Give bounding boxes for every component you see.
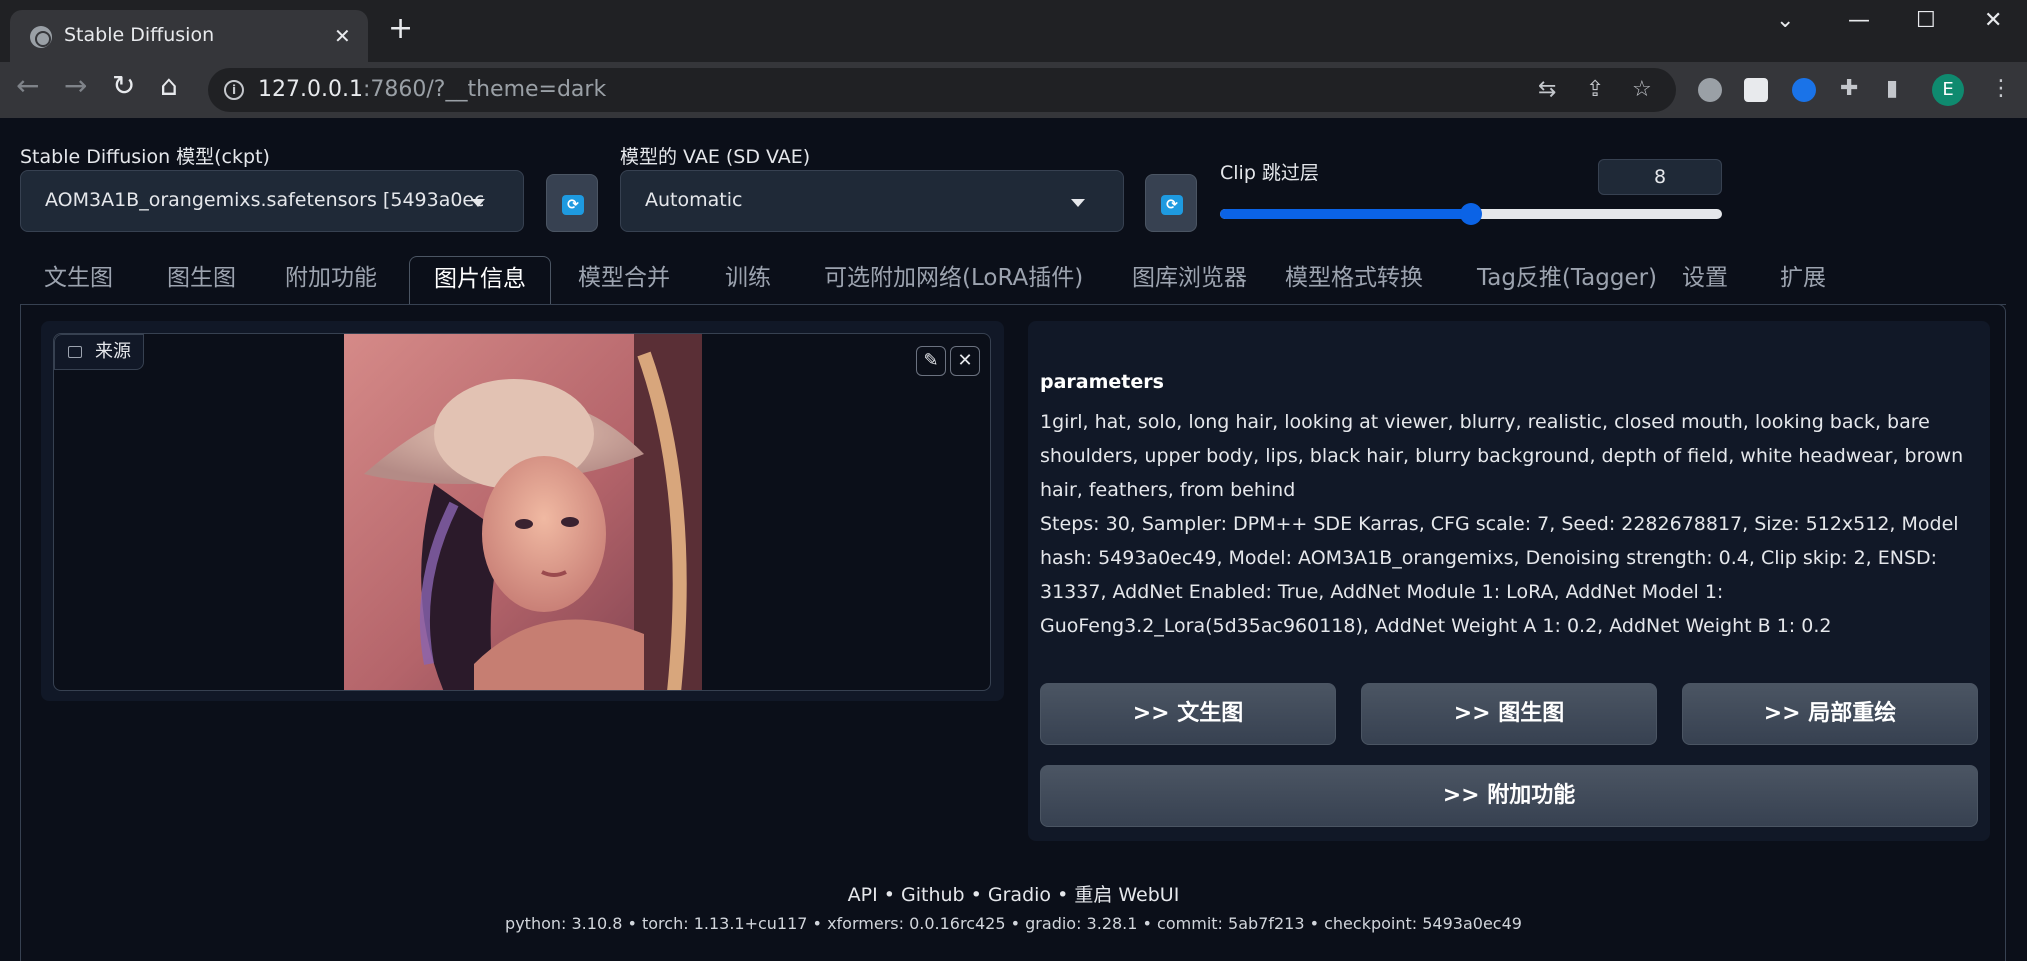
tab-2[interactable]: 附加功能: [261, 256, 401, 305]
tab-6[interactable]: 可选附加网络(LoRA插件): [800, 256, 1107, 305]
maximize-icon[interactable]: ☐: [1916, 8, 1936, 33]
generation-settings-text: Steps: 30, Sampler: DPM++ SDE Karras, CF…: [1040, 513, 1959, 637]
new-tab-icon[interactable]: +: [388, 14, 413, 44]
uploaded-image: [344, 334, 702, 690]
image-upload-area[interactable]: 来源 ✎ ✕: [53, 333, 991, 691]
extensions-puzzle-icon[interactable]: ✚: [1840, 76, 1858, 101]
edit-icon[interactable]: ✎: [916, 346, 946, 376]
tab-1[interactable]: 图生图: [143, 256, 260, 305]
chevron-down-icon: [1071, 199, 1085, 207]
model-label: Stable Diffusion 模型(ckpt): [20, 146, 270, 168]
vae-value: Automatic: [645, 189, 743, 211]
clip-skip-label: Clip 跳过层: [1220, 162, 1319, 184]
tab-4[interactable]: 模型合并: [554, 256, 694, 305]
share-icon[interactable]: ⇪: [1586, 77, 1604, 102]
tab-close-icon[interactable]: ✕: [334, 24, 351, 48]
browser-tab-title: Stable Diffusion: [64, 24, 215, 46]
password-manager-icon[interactable]: [1792, 78, 1816, 102]
model-dropdown[interactable]: AOM3A1B_orangemixs.safetensors [5493a0ec…: [20, 170, 524, 232]
send-to-txt2img-button[interactable]: >> 文生图: [1040, 683, 1336, 745]
parameters-text: 1girl, hat, solo, long hair, looking at …: [1040, 405, 1976, 643]
refresh-icon: ⟳: [1161, 195, 1183, 215]
home-icon[interactable]: ⌂: [160, 72, 178, 100]
browser-toolbar: ← → ↻ ⌂ i 127.0.0.1:7860/?__theme=dark ⇆…: [0, 62, 2027, 118]
slider-thumb[interactable]: [1460, 203, 1482, 225]
browser-tabstrip: Stable Diffusion ✕ + ⌄ — ☐ ✕: [0, 0, 2027, 62]
model-value: AOM3A1B_orangemixs.safetensors [5493a0ec…: [45, 189, 483, 211]
minimize-icon[interactable]: —: [1848, 8, 1870, 33]
site-info-icon[interactable]: i: [224, 80, 244, 100]
close-icon[interactable]: ✕: [950, 346, 980, 376]
tab-0[interactable]: 文生图: [20, 256, 137, 305]
translate-icon[interactable]: ⇆: [1538, 77, 1556, 102]
image-icon: [68, 346, 82, 358]
tab-search-chevron-icon[interactable]: ⌄: [1776, 8, 1794, 33]
refresh-icon: ⟳: [562, 195, 584, 215]
tab-3[interactable]: 图片信息: [409, 256, 551, 305]
source-label-text: 来源: [95, 341, 131, 362]
png-info-panel: 来源 ✎ ✕ parameters 1girl, hat, solo, long…: [20, 304, 2006, 961]
slider-fill: [1220, 209, 1471, 219]
vae-dropdown[interactable]: Automatic: [620, 170, 1124, 232]
extension-circle-icon[interactable]: [1698, 78, 1722, 102]
url-text: 127.0.0.1:7860/?__theme=dark: [258, 77, 607, 102]
vae-refresh-button[interactable]: ⟳: [1145, 174, 1197, 232]
tab-8[interactable]: 模型格式转换: [1261, 256, 1447, 305]
parameters-card: parameters 1girl, hat, solo, long hair, …: [1028, 321, 1990, 841]
clip-skip-slider[interactable]: [1220, 203, 1722, 225]
tab-11[interactable]: 扩展: [1756, 256, 1850, 305]
back-icon[interactable]: ←: [16, 72, 39, 100]
qr-code-icon[interactable]: [1744, 78, 1768, 102]
footer-links[interactable]: API • Github • Gradio • 重启 WebUI: [0, 880, 2027, 907]
bookmark-star-icon[interactable]: ☆: [1632, 77, 1652, 102]
send-to-inpaint-button[interactable]: >> 局部重绘: [1682, 683, 1978, 745]
forward-icon[interactable]: →: [64, 72, 87, 100]
parameters-title: parameters: [1040, 371, 1164, 393]
send-to-extras-button[interactable]: >> 附加功能: [1040, 765, 1978, 827]
footer-versions: python: 3.10.8 • torch: 1.13.1+cu117 • x…: [505, 914, 1522, 933]
prompt-text: 1girl, hat, solo, long hair, looking at …: [1040, 411, 1964, 501]
image-card: 来源 ✎ ✕: [41, 321, 1004, 701]
tab-9[interactable]: Tag反推(Tagger): [1453, 256, 1681, 305]
browser-tab[interactable]: Stable Diffusion ✕: [10, 10, 368, 62]
vae-label: 模型的 VAE (SD VAE): [620, 146, 811, 168]
model-refresh-button[interactable]: ⟳: [546, 174, 598, 232]
source-label-badge: 来源: [54, 334, 144, 370]
menu-kebab-icon[interactable]: ⋮: [1990, 76, 2012, 101]
window-close-icon[interactable]: ✕: [1984, 8, 2002, 33]
chevron-down-icon: [471, 199, 485, 207]
address-bar[interactable]: i 127.0.0.1:7860/?__theme=dark ⇆ ⇪ ☆: [208, 68, 1676, 112]
tab-5[interactable]: 训练: [701, 256, 795, 305]
profile-avatar[interactable]: E: [1932, 74, 1964, 106]
send-to-img2img-button[interactable]: >> 图生图: [1361, 683, 1657, 745]
reload-icon[interactable]: ↻: [112, 72, 135, 100]
tab-7[interactable]: 图库浏览器: [1108, 256, 1271, 305]
globe-icon: [30, 26, 52, 48]
tab-10[interactable]: 设置: [1658, 256, 1752, 305]
clip-skip-number-input[interactable]: 8: [1598, 159, 1722, 195]
webui-page: Stable Diffusion 模型(ckpt) AOM3A1B_orange…: [0, 118, 2027, 961]
side-panel-icon[interactable]: ▮: [1886, 76, 1898, 101]
